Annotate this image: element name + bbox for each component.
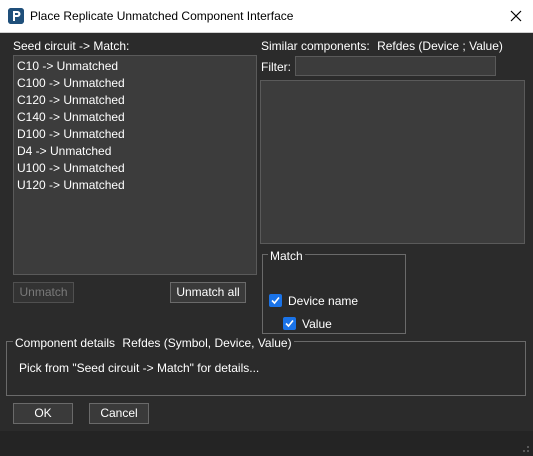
seed-circuit-label: Seed circuit -> Match: [13,39,130,53]
list-item[interactable]: C10 -> Unmatched [17,58,253,75]
component-details-hint: Pick from "Seed circuit -> Match" for de… [19,361,260,375]
resize-grip-icon[interactable] [520,443,530,453]
device-name-checkbox[interactable] [269,294,282,307]
list-item[interactable]: C120 -> Unmatched [17,92,253,109]
list-item[interactable]: D4 -> Unmatched [17,143,253,160]
app-p-icon [8,8,24,24]
similar-components-label: Similar components: Refdes (Device ; Val… [261,39,503,53]
ok-button[interactable]: OK [13,403,73,424]
close-button[interactable] [499,0,533,32]
check-icon [271,296,280,305]
list-item[interactable]: U120 -> Unmatched [17,177,253,194]
list-item[interactable]: C100 -> Unmatched [17,75,253,92]
component-details-title-text: Component details [15,336,116,350]
list-item[interactable]: D100 -> Unmatched [17,126,253,143]
window-title: Place Replicate Unmatched Component Inte… [30,9,294,23]
similar-components-columns: Refdes (Device ; Value) [377,39,503,53]
filter-label: Filter: [261,60,291,74]
component-details-title: Component details Refdes (Symbol, Device… [13,336,294,350]
status-strip [0,431,533,456]
match-group-title: Match [268,249,305,263]
list-item[interactable]: C140 -> Unmatched [17,109,253,126]
value-checkbox[interactable] [283,317,296,330]
check-icon [285,319,294,328]
filter-input[interactable] [295,56,496,76]
seed-circuit-list[interactable]: C10 -> Unmatched C100 -> Unmatched C120 … [13,55,257,275]
component-details-columns: Refdes (Symbol, Device, Value) [122,336,292,350]
unmatch-button[interactable]: Unmatch [13,282,74,303]
device-name-label: Device name [288,294,359,308]
close-icon [510,10,522,22]
device-name-checkbox-row[interactable]: Device name [269,293,389,309]
dialog-body: Seed circuit -> Match: C10 -> Unmatched … [0,33,533,456]
value-label: Value [302,317,332,331]
value-checkbox-row[interactable]: Value [283,316,363,332]
title-bar: Place Replicate Unmatched Component Inte… [0,0,533,33]
list-item[interactable]: U100 -> Unmatched [17,160,253,177]
unmatch-all-button[interactable]: Unmatch all [170,282,246,303]
cancel-button[interactable]: Cancel [89,403,149,424]
similar-components-list[interactable] [260,80,525,244]
similar-components-title: Similar components: [261,39,370,53]
